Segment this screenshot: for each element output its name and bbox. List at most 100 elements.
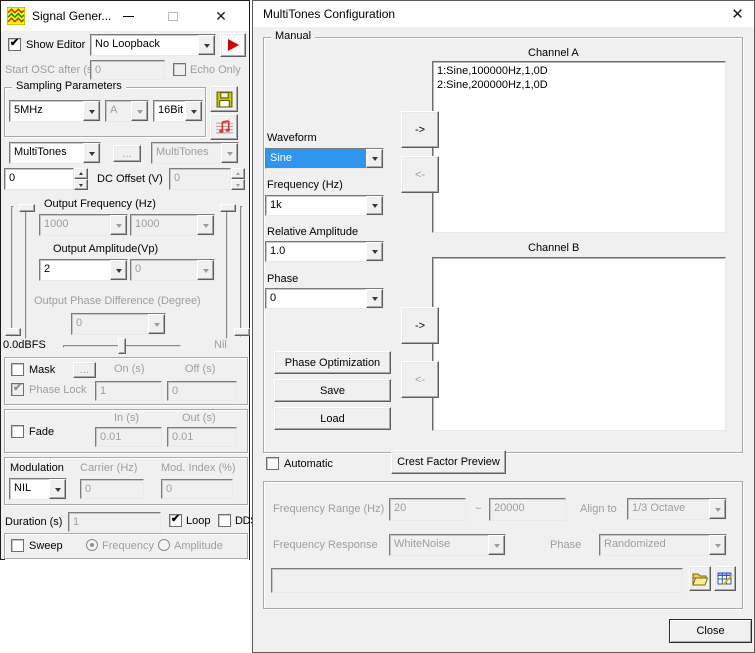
sweep-checkbox[interactable]	[11, 539, 24, 552]
dropdown-arrow-icon[interactable]	[49, 479, 66, 499]
frequency-response-select[interactable]: WhiteNoise	[389, 534, 506, 556]
loopback-select[interactable]: No Loopback	[90, 34, 216, 56]
sample-rate-select[interactable]: 5MHz	[9, 100, 101, 122]
add-to-channel-a-button[interactable]: ->	[401, 111, 439, 148]
dropdown-arrow-icon[interactable]	[366, 149, 383, 168]
channel-select[interactable]: A	[105, 100, 149, 122]
slider-thumb[interactable]	[5, 328, 21, 336]
wave-more-button[interactable]: ...	[113, 145, 141, 162]
dialog-close-button[interactable]: Close	[669, 619, 752, 643]
dropdown-arrow-icon[interactable]	[366, 242, 383, 261]
dropdown-arrow-icon[interactable]	[83, 143, 100, 163]
close-button[interactable]: ✕	[721, 1, 754, 27]
mask-more-button[interactable]: ...	[73, 362, 96, 378]
output-amplitude-b-select[interactable]: 0	[130, 259, 215, 281]
dds-checkbox[interactable]	[218, 514, 231, 527]
fade-in-field[interactable]: 0.01	[95, 427, 162, 447]
output-phase-value: 0	[72, 314, 148, 334]
bit-depth-select[interactable]: 16Bit	[153, 100, 203, 122]
mask-on-field[interactable]: 1	[95, 381, 162, 401]
dropdown-arrow-icon[interactable]	[83, 101, 100, 121]
slider-thumb[interactable]	[234, 328, 250, 336]
level-a-field[interactable]: 0	[4, 168, 74, 190]
crest-factor-preview-button[interactable]: Crest Factor Preview	[391, 450, 506, 474]
browse-file-button[interactable]	[689, 566, 711, 591]
output-frequency-b-value: 1000	[131, 215, 197, 235]
load-button[interactable]: Load	[274, 407, 391, 430]
dc-offset-spinner[interactable]	[231, 168, 245, 190]
list-item[interactable]: 2:Sine,200000Hz,1,0D	[437, 78, 721, 92]
mask-checkbox[interactable]	[11, 363, 24, 376]
duration-field[interactable]: 1	[68, 512, 161, 532]
signal-generator-titlebar[interactable]: Signal Gener... ✕	[1, 1, 249, 31]
loop-checkbox[interactable]: ✔	[169, 514, 182, 527]
level-slider-left-outer[interactable]	[11, 206, 14, 337]
output-phase-select[interactable]: 0	[71, 313, 166, 335]
align-to-select[interactable]: 1/3 Octave	[627, 498, 727, 520]
multitones-window: MultiTones Configuration ✕ Manual Channe…	[252, 0, 755, 653]
show-editor-checkbox[interactable]: ✔	[8, 38, 21, 51]
save-settings-button[interactable]	[210, 86, 238, 112]
minimize-button[interactable]	[113, 1, 143, 31]
channel-b-list[interactable]	[432, 257, 726, 431]
level-slider-right-inner[interactable]	[226, 204, 229, 339]
sweep-frequency-radio[interactable]	[86, 539, 98, 551]
save-button[interactable]: Save	[274, 379, 391, 402]
edit-table-button[interactable]	[714, 566, 736, 591]
dropdown-arrow-icon[interactable]	[185, 101, 202, 121]
output-amplitude-a-select[interactable]: 2	[39, 259, 128, 281]
start-osc-field[interactable]: 0	[90, 60, 165, 80]
frequency-max-field[interactable]: 20000	[489, 498, 566, 521]
dropdown-arrow-icon[interactable]	[366, 289, 383, 308]
spin-up-icon	[231, 168, 245, 179]
dropdown-arrow-icon[interactable]	[110, 260, 127, 280]
add-to-channel-b-button[interactable]: ->	[401, 307, 439, 344]
wave-type-a-select[interactable]: MultiTones	[9, 142, 101, 164]
output-frequency-a-select[interactable]: 1000	[39, 214, 128, 236]
fade-checkbox[interactable]	[11, 425, 24, 438]
slider-thumb[interactable]	[19, 204, 35, 212]
tone-phase-select[interactable]: 0	[265, 288, 384, 309]
dropdown-arrow-icon[interactable]	[366, 196, 383, 215]
level-a-spinner[interactable]	[74, 168, 88, 190]
mod-index-field[interactable]: 0	[161, 479, 233, 499]
relative-amplitude-value: 1.0	[266, 242, 366, 261]
slider-thumb[interactable]	[220, 204, 236, 212]
slider-thumb[interactable]	[118, 338, 126, 354]
dc-offset-field[interactable]: 0	[169, 168, 231, 190]
level-slider-left-inner[interactable]	[25, 204, 28, 339]
wave-type-b-select[interactable]: MultiTones	[151, 142, 239, 164]
close-button[interactable]: ✕	[204, 1, 238, 31]
dropdown-arrow-icon[interactable]	[198, 35, 215, 55]
mask-off-field[interactable]: 0	[167, 381, 237, 401]
maximize-button[interactable]	[158, 1, 188, 31]
level-slider-right-outer[interactable]	[240, 206, 243, 337]
echo-only-checkbox[interactable]	[173, 63, 186, 76]
channel-a-list[interactable]: 1:Sine,100000Hz,1,0D2:Sine,200000Hz,1,0D	[432, 61, 726, 233]
list-item[interactable]: 1:Sine,100000Hz,1,0D	[437, 64, 721, 78]
tone-frequency-select[interactable]: 1k	[265, 195, 384, 216]
spin-up-icon[interactable]	[74, 168, 88, 179]
output-frequency-b-select[interactable]: 1000	[130, 214, 215, 236]
automatic-label: Automatic	[284, 458, 333, 470]
modulation-type-select[interactable]: NIL	[9, 478, 67, 500]
spin-down-icon[interactable]	[74, 179, 88, 190]
carrier-field[interactable]: 0	[80, 479, 144, 499]
phase-optimization-button[interactable]: Phase Optimization	[274, 351, 391, 374]
waveform-select[interactable]: Sine	[265, 148, 384, 169]
relative-amplitude-select[interactable]: 1.0	[265, 241, 384, 262]
multitones-titlebar[interactable]: MultiTones Configuration ✕	[253, 1, 754, 27]
waveform-preview-button[interactable]	[210, 114, 238, 140]
frequency-min-field[interactable]: 20	[389, 498, 466, 521]
align-to-value: 1/3 Octave	[628, 499, 709, 519]
remove-from-channel-b-button[interactable]: <-	[401, 361, 439, 398]
remove-from-channel-a-button[interactable]: <-	[401, 156, 439, 193]
start-button[interactable]	[220, 33, 246, 57]
automatic-checkbox[interactable]	[266, 457, 279, 470]
auto-phase-select[interactable]: Randomized	[599, 534, 727, 556]
fade-out-field[interactable]: 0.01	[167, 427, 237, 447]
file-path-field[interactable]	[271, 568, 683, 593]
sweep-amplitude-radio[interactable]	[158, 539, 170, 551]
wave-type-a-value: MultiTones	[10, 143, 83, 163]
phase-lock-checkbox[interactable]: ✔	[11, 383, 24, 396]
